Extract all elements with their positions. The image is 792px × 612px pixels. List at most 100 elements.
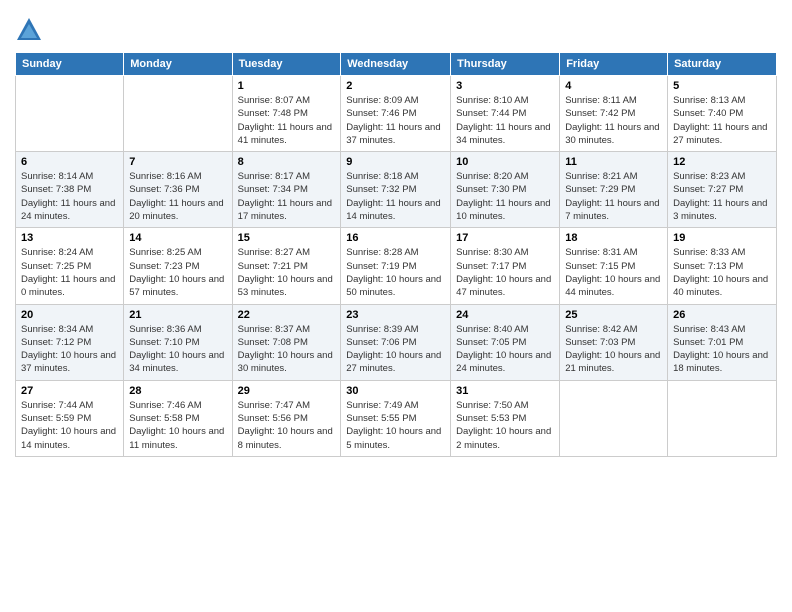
calendar-cell: 29 Sunrise: 7:47 AM Sunset: 5:56 PM Dayli… bbox=[232, 380, 341, 456]
day-number: 20 bbox=[21, 309, 118, 321]
calendar-cell: 11Sunrise: 8:21 AM Sunset: 7:29 PM Dayli… bbox=[560, 152, 668, 228]
day-number: 28 bbox=[129, 385, 226, 397]
day-info: Sunrise: 7:46 AM Sunset: 5:58 PM Dayligh… bbox=[129, 399, 226, 452]
day-number: 15 bbox=[238, 232, 336, 244]
day-info: Sunrise: 8:14 AM Sunset: 7:38 PM Dayligh… bbox=[21, 170, 118, 223]
day-number: 30 bbox=[346, 385, 445, 397]
day-number: 14 bbox=[129, 232, 226, 244]
day-info: Sunrise: 8:25 AM Sunset: 7:23 PM Dayligh… bbox=[129, 246, 226, 299]
day-number: 4 bbox=[565, 80, 662, 92]
day-number: 22 bbox=[238, 309, 336, 321]
day-info: Sunrise: 8:16 AM Sunset: 7:36 PM Dayligh… bbox=[129, 170, 226, 223]
day-info: Sunrise: 8:42 AM Sunset: 7:03 PM Dayligh… bbox=[565, 323, 662, 376]
day-number: 5 bbox=[673, 80, 771, 92]
day-info: Sunrise: 8:24 AM Sunset: 7:25 PM Dayligh… bbox=[21, 246, 118, 299]
calendar-cell: 24 Sunrise: 8:40 AM Sunset: 7:05 PM Dayli… bbox=[451, 304, 560, 380]
day-number: 24 bbox=[456, 309, 554, 321]
weekday-header: Friday bbox=[560, 53, 668, 76]
day-number: 29 bbox=[238, 385, 336, 397]
day-info: Sunrise: 8:23 AM Sunset: 7:27 PM Dayligh… bbox=[673, 170, 771, 223]
calendar-week-row: 27 Sunrise: 7:44 AM Sunset: 5:59 PM Dayli… bbox=[16, 380, 777, 456]
day-number: 11 bbox=[565, 156, 662, 168]
day-number: 27 bbox=[21, 385, 118, 397]
weekday-header: Tuesday bbox=[232, 53, 341, 76]
calendar-week-row: 20 Sunrise: 8:34 AM Sunset: 7:12 PM Dayli… bbox=[16, 304, 777, 380]
day-number: 25 bbox=[565, 309, 662, 321]
weekday-header: Thursday bbox=[451, 53, 560, 76]
calendar-cell: 14 Sunrise: 8:25 AM Sunset: 7:23 PM Dayli… bbox=[124, 228, 232, 304]
day-info: Sunrise: 8:30 AM Sunset: 7:17 PM Dayligh… bbox=[456, 246, 554, 299]
day-number: 13 bbox=[21, 232, 118, 244]
day-info: Sunrise: 8:31 AM Sunset: 7:15 PM Dayligh… bbox=[565, 246, 662, 299]
day-number: 18 bbox=[565, 232, 662, 244]
day-number: 3 bbox=[456, 80, 554, 92]
calendar-cell: 31 Sunrise: 7:50 AM Sunset: 5:53 PM Dayli… bbox=[451, 380, 560, 456]
logo-icon bbox=[15, 16, 43, 44]
calendar-cell: 5 Sunrise: 8:13 AM Sunset: 7:40 PM Daylig… bbox=[668, 76, 777, 152]
calendar-week-row: 1Sunrise: 8:07 AM Sunset: 7:48 PM Daylig… bbox=[16, 76, 777, 152]
calendar-cell: 13 Sunrise: 8:24 AM Sunset: 7:25 PM Dayli… bbox=[16, 228, 124, 304]
calendar-cell bbox=[560, 380, 668, 456]
day-number: 2 bbox=[346, 80, 445, 92]
day-number: 23 bbox=[346, 309, 445, 321]
calendar-cell: 28 Sunrise: 7:46 AM Sunset: 5:58 PM Dayli… bbox=[124, 380, 232, 456]
calendar-cell: 4 Sunrise: 8:11 AM Sunset: 7:42 PM Daylig… bbox=[560, 76, 668, 152]
calendar-cell bbox=[124, 76, 232, 152]
calendar-cell: 20 Sunrise: 8:34 AM Sunset: 7:12 PM Dayli… bbox=[16, 304, 124, 380]
calendar-cell: 19 Sunrise: 8:33 AM Sunset: 7:13 PM Dayli… bbox=[668, 228, 777, 304]
day-info: Sunrise: 7:44 AM Sunset: 5:59 PM Dayligh… bbox=[21, 399, 118, 452]
calendar-cell: 7 Sunrise: 8:16 AM Sunset: 7:36 PM Daylig… bbox=[124, 152, 232, 228]
weekday-header: Wednesday bbox=[341, 53, 451, 76]
calendar-header-row: SundayMondayTuesdayWednesdayThursdayFrid… bbox=[16, 53, 777, 76]
calendar-cell bbox=[668, 380, 777, 456]
day-info: Sunrise: 8:37 AM Sunset: 7:08 PM Dayligh… bbox=[238, 323, 336, 376]
calendar-cell: 18 Sunrise: 8:31 AM Sunset: 7:15 PM Dayli… bbox=[560, 228, 668, 304]
day-number: 12 bbox=[673, 156, 771, 168]
calendar-cell: 25 Sunrise: 8:42 AM Sunset: 7:03 PM Dayli… bbox=[560, 304, 668, 380]
day-info: Sunrise: 8:10 AM Sunset: 7:44 PM Dayligh… bbox=[456, 94, 554, 147]
weekday-header: Saturday bbox=[668, 53, 777, 76]
calendar-cell: 16 Sunrise: 8:28 AM Sunset: 7:19 PM Dayli… bbox=[341, 228, 451, 304]
weekday-header: Monday bbox=[124, 53, 232, 76]
day-info: Sunrise: 8:36 AM Sunset: 7:10 PM Dayligh… bbox=[129, 323, 226, 376]
day-info: Sunrise: 8:34 AM Sunset: 7:12 PM Dayligh… bbox=[21, 323, 118, 376]
day-info: Sunrise: 8:28 AM Sunset: 7:19 PM Dayligh… bbox=[346, 246, 445, 299]
day-number: 16 bbox=[346, 232, 445, 244]
day-number: 31 bbox=[456, 385, 554, 397]
calendar-cell bbox=[16, 76, 124, 152]
calendar-cell: 27 Sunrise: 7:44 AM Sunset: 5:59 PM Dayli… bbox=[16, 380, 124, 456]
day-number: 26 bbox=[673, 309, 771, 321]
day-number: 9 bbox=[346, 156, 445, 168]
calendar-week-row: 13 Sunrise: 8:24 AM Sunset: 7:25 PM Dayli… bbox=[16, 228, 777, 304]
weekday-header: Sunday bbox=[16, 53, 124, 76]
day-info: Sunrise: 8:20 AM Sunset: 7:30 PM Dayligh… bbox=[456, 170, 554, 223]
calendar-cell: 12 Sunrise: 8:23 AM Sunset: 7:27 PM Dayli… bbox=[668, 152, 777, 228]
day-number: 10 bbox=[456, 156, 554, 168]
calendar-cell: 6Sunrise: 8:14 AM Sunset: 7:38 PM Daylig… bbox=[16, 152, 124, 228]
calendar-cell: 15 Sunrise: 8:27 AM Sunset: 7:21 PM Dayli… bbox=[232, 228, 341, 304]
day-number: 8 bbox=[238, 156, 336, 168]
day-info: Sunrise: 8:13 AM Sunset: 7:40 PM Dayligh… bbox=[673, 94, 771, 147]
day-info: Sunrise: 8:33 AM Sunset: 7:13 PM Dayligh… bbox=[673, 246, 771, 299]
logo bbox=[15, 16, 47, 44]
day-info: Sunrise: 8:07 AM Sunset: 7:48 PM Dayligh… bbox=[238, 94, 336, 147]
day-number: 7 bbox=[129, 156, 226, 168]
day-info: Sunrise: 8:27 AM Sunset: 7:21 PM Dayligh… bbox=[238, 246, 336, 299]
day-info: Sunrise: 7:49 AM Sunset: 5:55 PM Dayligh… bbox=[346, 399, 445, 452]
page-header bbox=[15, 10, 777, 44]
calendar-cell: 8 Sunrise: 8:17 AM Sunset: 7:34 PM Daylig… bbox=[232, 152, 341, 228]
day-info: Sunrise: 8:11 AM Sunset: 7:42 PM Dayligh… bbox=[565, 94, 662, 147]
calendar-cell: 9 Sunrise: 8:18 AM Sunset: 7:32 PM Daylig… bbox=[341, 152, 451, 228]
day-number: 17 bbox=[456, 232, 554, 244]
day-info: Sunrise: 7:50 AM Sunset: 5:53 PM Dayligh… bbox=[456, 399, 554, 452]
day-info: Sunrise: 8:39 AM Sunset: 7:06 PM Dayligh… bbox=[346, 323, 445, 376]
day-info: Sunrise: 8:40 AM Sunset: 7:05 PM Dayligh… bbox=[456, 323, 554, 376]
day-info: Sunrise: 8:17 AM Sunset: 7:34 PM Dayligh… bbox=[238, 170, 336, 223]
calendar-cell: 10 Sunrise: 8:20 AM Sunset: 7:30 PM Dayli… bbox=[451, 152, 560, 228]
day-number: 21 bbox=[129, 309, 226, 321]
calendar-cell: 23 Sunrise: 8:39 AM Sunset: 7:06 PM Dayli… bbox=[341, 304, 451, 380]
day-info: Sunrise: 8:09 AM Sunset: 7:46 PM Dayligh… bbox=[346, 94, 445, 147]
day-info: Sunrise: 8:18 AM Sunset: 7:32 PM Dayligh… bbox=[346, 170, 445, 223]
day-number: 19 bbox=[673, 232, 771, 244]
day-info: Sunrise: 7:47 AM Sunset: 5:56 PM Dayligh… bbox=[238, 399, 336, 452]
